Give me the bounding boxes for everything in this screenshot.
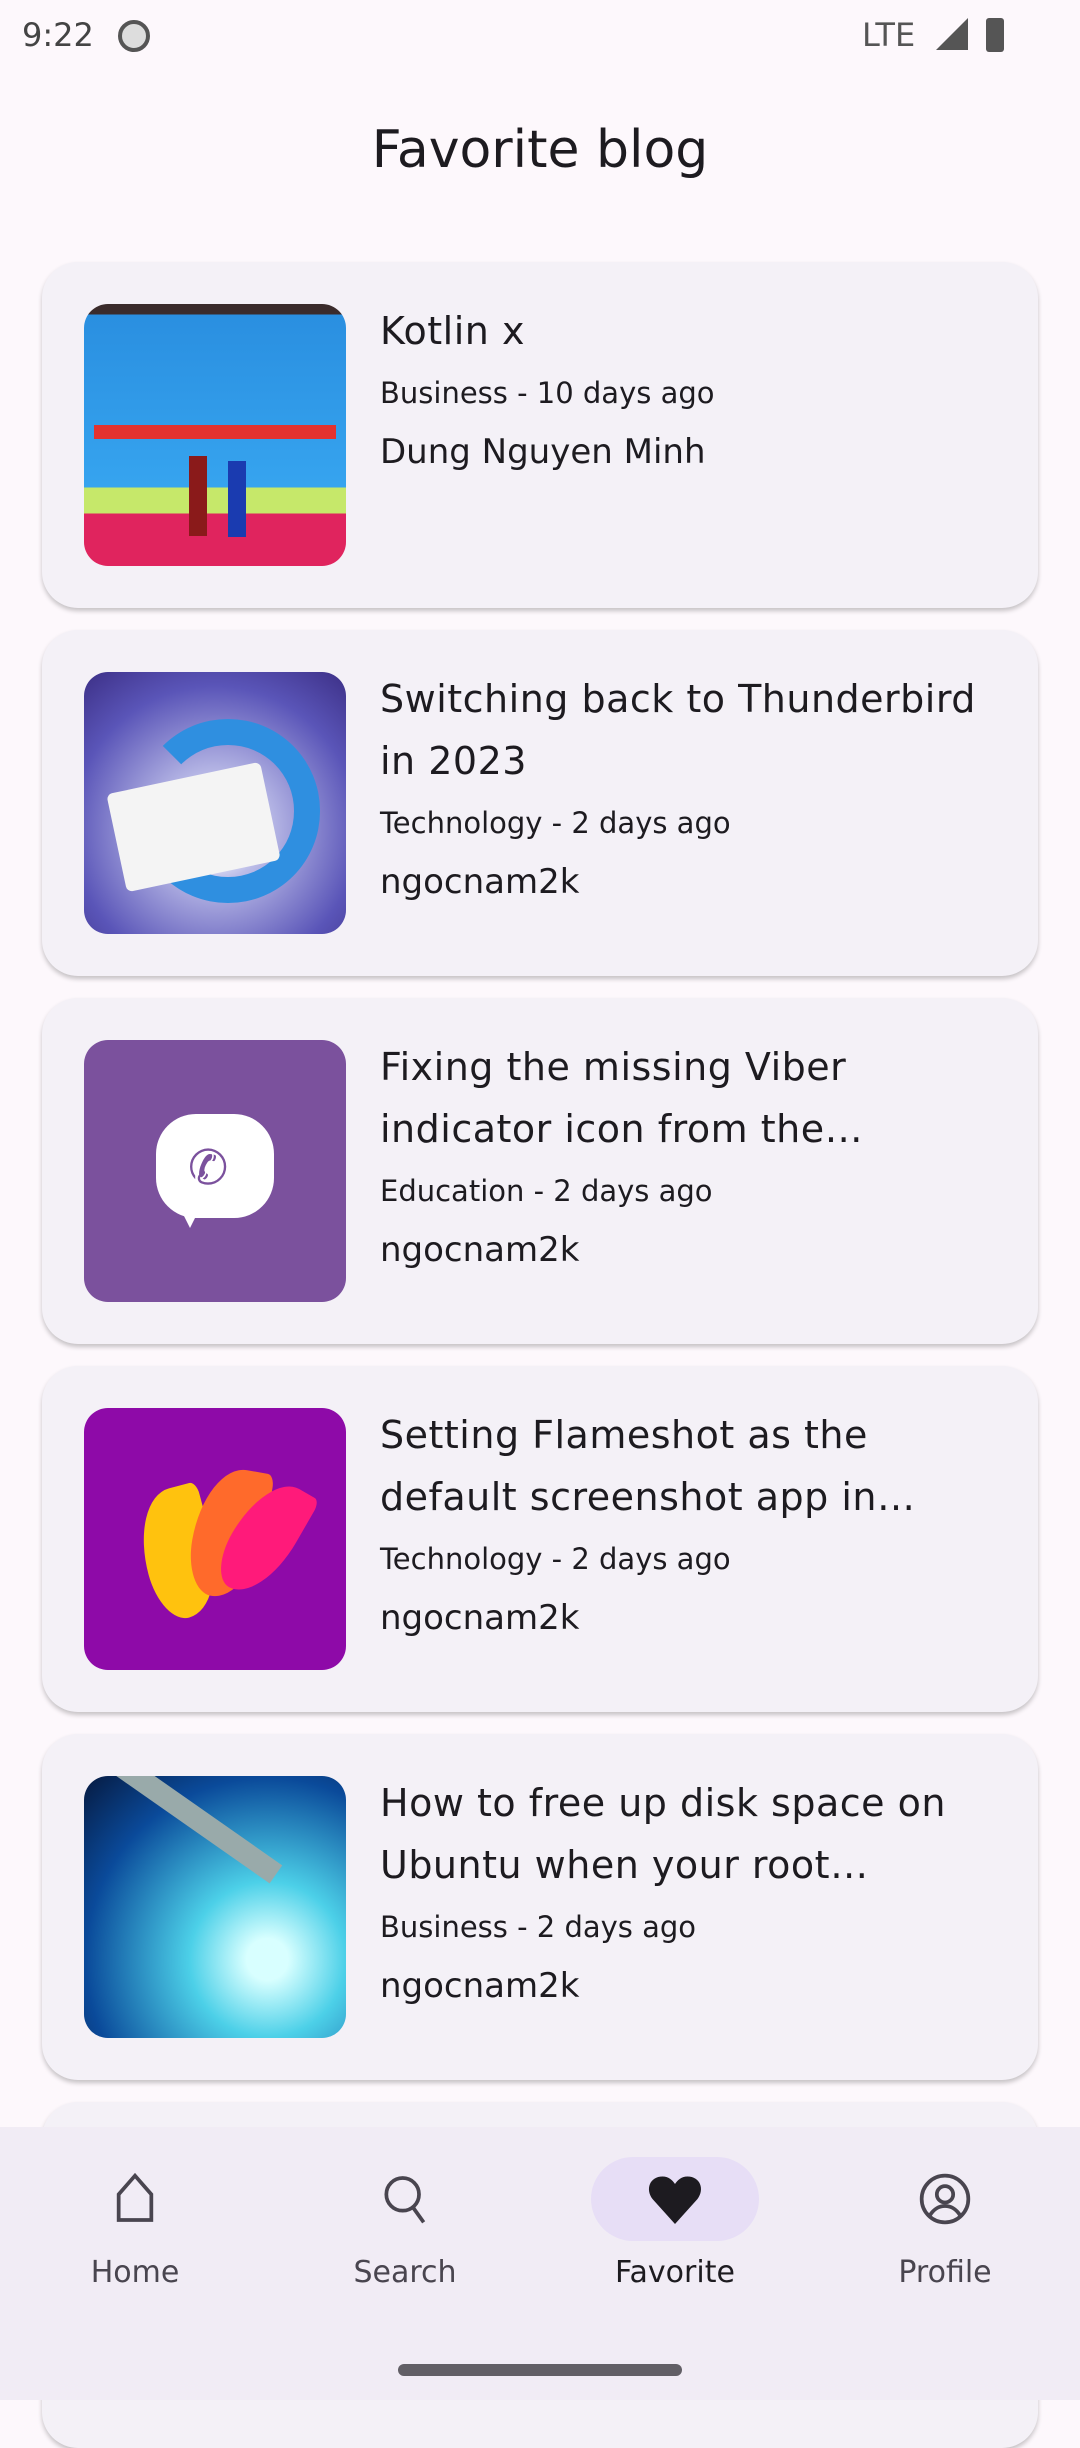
post-author: ngocnam2k [380, 862, 580, 902]
nav-search[interactable]: Search [270, 2157, 540, 2290]
search-icon [384, 2176, 426, 2224]
status-bar: 9:22 LTE [0, 0, 1080, 72]
active-indicator [591, 2157, 759, 2241]
post-meta: Business - 2 days ago [380, 1910, 697, 1944]
nav-favorite[interactable]: Favorite [540, 2157, 810, 2290]
post-thumbnail: ✆ [84, 1040, 346, 1302]
post-title[interactable]: Fixing the missing Viber indicator icon … [380, 1036, 1002, 1160]
signal-icon [936, 18, 968, 50]
post-title[interactable]: Kotlin x [380, 300, 1002, 362]
post-meta: Technology - 2 days ago [380, 806, 731, 840]
post-author: Dung Nguyen Minh [380, 432, 706, 472]
nav-profile[interactable]: Profile [810, 2157, 1080, 2290]
blog-card[interactable]: Switching back to Thunderbird in 2023 Te… [42, 630, 1038, 976]
home-icon [116, 2172, 154, 2222]
bottom-navigation: Home Search Favorite Profile [0, 2127, 1080, 2400]
post-title[interactable]: Switching back to Thunderbird in 2023 [380, 668, 1002, 792]
post-author: ngocnam2k [380, 1598, 580, 1638]
blog-card[interactable]: Kotlin x Business - 10 days ago Dung Ngu… [42, 262, 1038, 608]
notification-icon [118, 20, 150, 52]
blog-card[interactable]: ✆ Fixing the missing Viber indicator ico… [42, 998, 1038, 1344]
post-author: ngocnam2k [380, 1230, 580, 1270]
post-thumbnail [84, 1776, 346, 2038]
blog-card[interactable]: Setting Flameshot as the default screens… [42, 1366, 1038, 1712]
post-thumbnail [84, 672, 346, 934]
gesture-handle[interactable] [398, 2364, 682, 2376]
nav-label: Search [353, 2255, 457, 2290]
profile-icon [919, 2173, 971, 2225]
post-thumbnail [84, 1408, 346, 1670]
post-meta: Education - 2 days ago [380, 1174, 713, 1208]
post-title[interactable]: Setting Flameshot as the default screens… [380, 1404, 1002, 1528]
post-thumbnail [84, 304, 346, 566]
page-title: Favorite blog [371, 120, 709, 180]
post-meta: Technology - 2 days ago [380, 1542, 731, 1576]
post-author: ngocnam2k [380, 1966, 580, 2006]
nav-label: Home [90, 2255, 180, 2290]
nav-label: Favorite [615, 2255, 735, 2290]
battery-icon [986, 18, 1004, 52]
nav-home[interactable]: Home [0, 2157, 270, 2290]
post-title[interactable]: How to free up disk space on Ubuntu when… [380, 1772, 1002, 1896]
nav-label: Profile [898, 2255, 992, 2290]
status-time: 9:22 [22, 16, 94, 54]
blog-card[interactable]: How to free up disk space on Ubuntu when… [42, 1734, 1038, 2080]
post-meta: Business - 10 days ago [380, 376, 715, 410]
network-type: LTE [862, 16, 916, 54]
heart-icon [648, 2176, 702, 2224]
